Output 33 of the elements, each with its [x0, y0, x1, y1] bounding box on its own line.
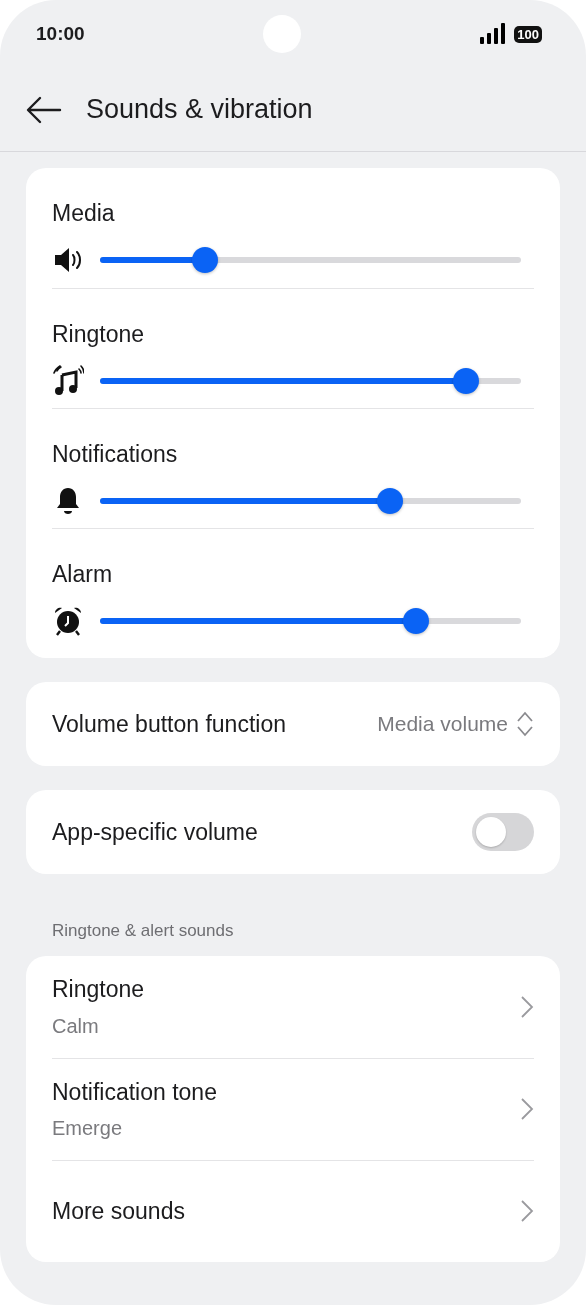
item-title: More sounds: [52, 1196, 185, 1226]
sound-setting-row[interactable]: Ringtone Calm: [52, 955, 534, 1058]
item-subtitle: Calm: [52, 1013, 100, 1039]
volume-label: Media: [52, 199, 116, 228]
chevron-right-icon: [520, 1097, 534, 1121]
setting-label: Volume button function: [52, 709, 286, 739]
volume-label: Notifications: [52, 440, 179, 469]
dropdown-value[interactable]: Media volume: [377, 708, 508, 740]
slider-thumb[interactable]: [377, 488, 404, 514]
setting-label: App-specific volume: [52, 817, 258, 847]
item-subtitle: Emerge: [52, 1116, 124, 1142]
chevron-right-icon: [520, 1199, 534, 1223]
page-title: Sounds & vibration: [86, 93, 313, 127]
chevron-right-icon: [520, 994, 534, 1019]
volume-label: Alarm: [52, 560, 114, 589]
toggle-switch[interactable]: [472, 813, 534, 851]
back-arrow-icon[interactable]: [26, 94, 62, 125]
sound-setting-row[interactable]: More sounds: [52, 1159, 534, 1262]
slider-thumb[interactable]: [192, 247, 219, 273]
signal-icon: [480, 23, 507, 45]
volume-label: Ringtone: [52, 320, 146, 349]
sound-setting-row[interactable]: Notification tone Emerge: [52, 1057, 534, 1160]
battery-indicator: 100: [514, 25, 542, 43]
up-down-chevron-icon: [516, 711, 534, 737]
status-time: 10:00: [36, 21, 85, 46]
alarm-clock-icon: [52, 605, 84, 637]
slider-thumb[interactable]: [453, 368, 480, 394]
music-note-icon: [52, 365, 84, 397]
slider-thumb[interactable]: [402, 608, 429, 634]
item-title: Ringtone: [52, 975, 145, 1005]
item-title: Notification tone: [52, 1077, 217, 1107]
volume-button-function-row[interactable]: Volume button function Media volume: [26, 682, 560, 766]
section-heading: Ringtone & alert sounds: [51, 920, 235, 942]
